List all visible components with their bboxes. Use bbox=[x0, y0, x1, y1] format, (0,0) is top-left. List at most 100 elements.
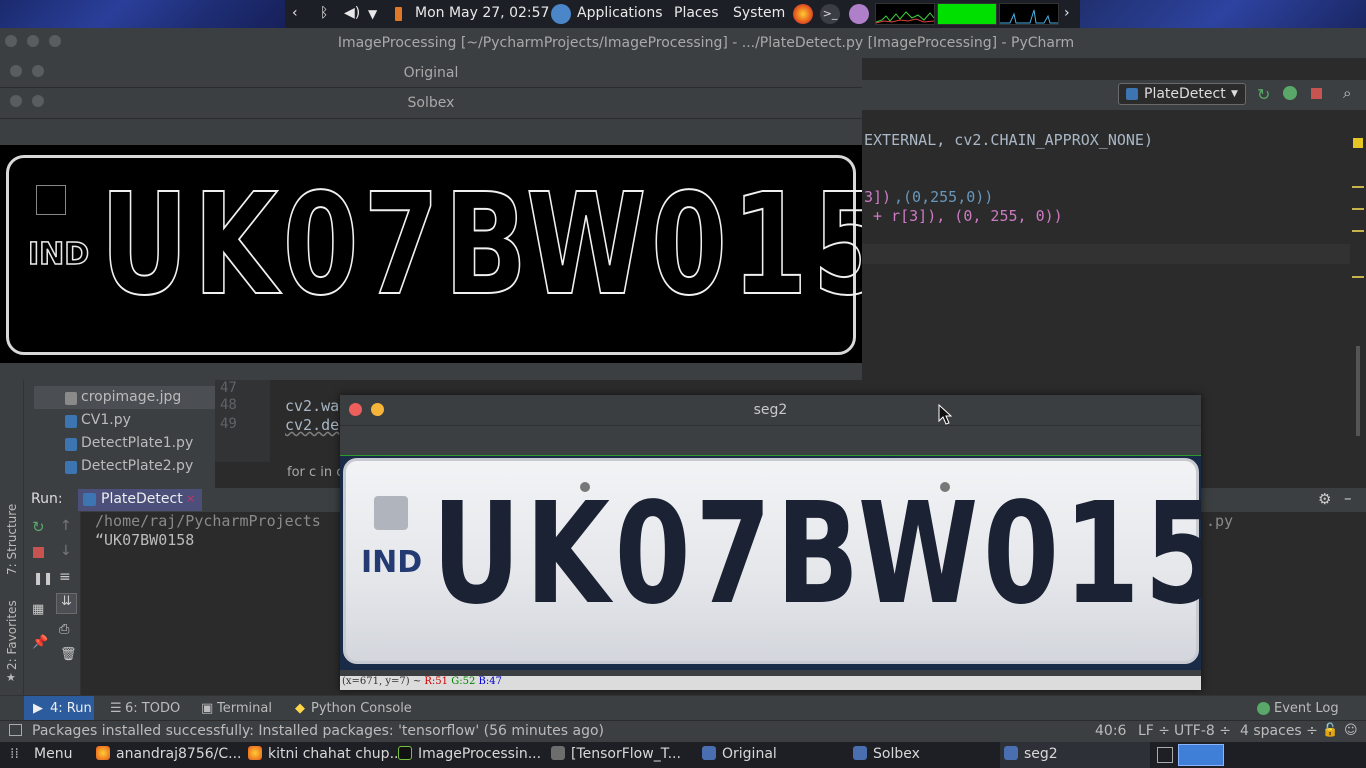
top-panel: ‹ ᛒ ◀) ▼ Mon May 27, 02:57 Applications … bbox=[0, 0, 1366, 28]
tree-item-label: DetectPlate1.py bbox=[81, 435, 194, 451]
tab-event-log[interactable]: Event Log bbox=[1274, 701, 1339, 716]
taskbar-item-label: Original bbox=[722, 746, 777, 762]
battery-icon[interactable] bbox=[395, 7, 402, 21]
current-line-highlight bbox=[862, 244, 1350, 264]
code-line-2a: 3]) bbox=[864, 188, 892, 206]
run-config-selector[interactable]: PlateDetect ▼ bbox=[1118, 83, 1246, 105]
menu-grid-icon: ⁞⁞ bbox=[10, 746, 19, 762]
taskbar-item-solbex[interactable]: Solbex bbox=[853, 746, 920, 762]
marker[interactable] bbox=[1352, 276, 1364, 278]
tab-todo[interactable]: 6: TODO bbox=[125, 701, 180, 716]
workspace-switcher[interactable] bbox=[1178, 744, 1224, 766]
code-line-1: EXTERNAL, cv2.CHAIN_APPROX_NONE) bbox=[864, 131, 1153, 149]
taskbar-item-seg2-active[interactable]: seg2 bbox=[1000, 742, 1150, 768]
taskbar-menu[interactable]: Menu bbox=[34, 746, 72, 762]
tree-item-detectplate2[interactable]: DetectPlate2.py bbox=[65, 458, 193, 474]
pin-icon[interactable]: 📌 bbox=[32, 635, 48, 650]
chevron-right-icon[interactable]: › bbox=[1064, 5, 1070, 21]
scroll-to-end-icon[interactable]: ⇊ bbox=[56, 593, 77, 614]
network-graph-icon bbox=[1000, 9, 1058, 24]
marker[interactable] bbox=[1352, 208, 1364, 210]
show-desktop-icon[interactable] bbox=[1157, 747, 1173, 763]
line-separator[interactable]: LF ÷ bbox=[1138, 723, 1170, 739]
gear-icon[interactable]: ⚙ bbox=[1318, 490, 1331, 508]
inspector-icon[interactable]: ☺ bbox=[1344, 723, 1358, 738]
console-command-path: /home/raj/PycharmProjects bbox=[95, 512, 321, 530]
caret-position[interactable]: 40:6 bbox=[1095, 723, 1126, 739]
places-menu[interactable]: Places bbox=[674, 5, 719, 21]
run-toolbar: ↻ ↑ ↓ ❚❚ ≡ ▦ ⇊ ⎙ 📌 🗑 bbox=[24, 512, 81, 695]
bluetooth-icon[interactable]: ᛒ bbox=[320, 5, 328, 21]
python-file-icon bbox=[65, 461, 77, 474]
editor-error-stripe[interactable] bbox=[1350, 136, 1366, 436]
solbex-window-titlebar[interactable]: Solbex bbox=[0, 88, 862, 118]
rerun-icon[interactable]: ↻ bbox=[1257, 85, 1270, 104]
taskbar-item-firefox-2[interactable]: kitni chahat chup... bbox=[248, 746, 403, 762]
tree-item-label: CV1.py bbox=[81, 412, 131, 428]
window-icon bbox=[702, 746, 716, 760]
terminal-launcher-icon[interactable]: >_ bbox=[820, 4, 840, 24]
system-menu[interactable]: System bbox=[733, 5, 785, 21]
desktop-wallpaper-right bbox=[1080, 0, 1366, 28]
solbex-toolbar bbox=[0, 118, 862, 145]
structure-tool-tab[interactable]: 7: Structure bbox=[5, 504, 19, 575]
editor-launcher-icon[interactable] bbox=[849, 4, 869, 24]
tab-run[interactable]: ▶ 4: Run bbox=[24, 696, 94, 720]
editor-scrollbar-thumb[interactable] bbox=[1356, 346, 1360, 436]
minimize-panel-icon[interactable]: – bbox=[1344, 489, 1352, 507]
pixel-blue-value: B:47 bbox=[478, 676, 502, 687]
applications-menu[interactable]: Applications bbox=[577, 5, 663, 21]
arrow-up-icon[interactable]: ↑ bbox=[60, 518, 72, 534]
terminal-icon: ▣ bbox=[201, 701, 214, 716]
pycharm-icon bbox=[398, 746, 412, 760]
soft-wrap-icon[interactable]: ≡ bbox=[59, 569, 71, 585]
file-encoding[interactable]: UTF-8 ÷ bbox=[1174, 723, 1231, 739]
toggle-tool-windows-icon[interactable] bbox=[9, 724, 22, 736]
lock-icon[interactable]: 🔓 bbox=[1322, 723, 1338, 738]
layout-icon[interactable]: ▦ bbox=[32, 602, 44, 617]
taskbar-item-folder[interactable]: [TensorFlow_T... bbox=[551, 746, 681, 762]
tree-item-cv1[interactable]: CV1.py bbox=[65, 412, 131, 428]
tab-terminal[interactable]: Terminal bbox=[217, 701, 272, 716]
clock[interactable]: Mon May 27, 02:57 bbox=[415, 5, 549, 21]
network-monitor-graph bbox=[999, 3, 1059, 25]
print-icon[interactable]: ⎙ bbox=[59, 622, 69, 637]
close-tab-icon[interactable]: × bbox=[186, 492, 195, 505]
firefox-launcher-icon[interactable] bbox=[793, 4, 813, 24]
taskbar-item-label: ImageProcessin... bbox=[418, 746, 542, 762]
folder-icon bbox=[551, 746, 565, 760]
solbex-window-title: Solbex bbox=[407, 95, 455, 111]
editor-breadcrumb[interactable]: for c in c bbox=[287, 465, 343, 480]
run-tab-platedetect[interactable]: PlateDetect × bbox=[78, 489, 202, 511]
marker[interactable] bbox=[1352, 186, 1364, 188]
arrow-down-icon[interactable]: ↓ bbox=[60, 543, 72, 559]
stop-icon[interactable] bbox=[33, 547, 44, 558]
seg2-window-titlebar[interactable]: seg2 bbox=[340, 395, 1201, 425]
taskbar: ⁞⁞ Menu anandraj8756/C... kitni chahat c… bbox=[0, 742, 1366, 768]
favorites-tool-tab[interactable]: 2: Favorites bbox=[5, 600, 19, 670]
applications-menu-icon[interactable] bbox=[551, 4, 571, 24]
indent-setting[interactable]: 4 spaces ÷ bbox=[1240, 723, 1318, 739]
taskbar-item-pycharm[interactable]: ImageProcessin... bbox=[398, 746, 541, 762]
warning-marker[interactable] bbox=[1353, 138, 1363, 148]
trash-icon[interactable]: 🗑 bbox=[60, 647, 77, 662]
status-message[interactable]: Packages installed successfully: Install… bbox=[32, 723, 604, 739]
tree-item-detectplate1[interactable]: DetectPlate1.py bbox=[65, 435, 194, 451]
rerun-icon[interactable]: ↻ bbox=[32, 518, 45, 536]
pause-icon[interactable]: ❚❚ bbox=[33, 571, 53, 585]
debug-icon[interactable] bbox=[1283, 86, 1297, 100]
taskbar-item-firefox-1[interactable]: anandraj8756/C... bbox=[96, 746, 242, 762]
chevron-left-icon[interactable]: ‹ bbox=[292, 5, 298, 21]
marker[interactable] bbox=[1352, 230, 1364, 232]
stop-icon[interactable] bbox=[1311, 88, 1322, 99]
tab-python-console[interactable]: Python Console bbox=[311, 701, 412, 716]
list-icon: ☰ bbox=[110, 701, 122, 716]
search-icon[interactable]: ⌕ bbox=[1343, 84, 1351, 102]
line-gutter: 47 48 49 bbox=[215, 380, 270, 462]
tree-item-label: cropimage.jpg bbox=[81, 389, 182, 405]
volume-icon[interactable]: ◀) bbox=[344, 5, 360, 21]
taskbar-item-original[interactable]: Original bbox=[702, 746, 777, 762]
tree-item-cropimage[interactable]: cropimage.jpg bbox=[65, 389, 182, 405]
wifi-icon[interactable]: ▼ bbox=[368, 7, 377, 21]
original-window-titlebar[interactable]: Original bbox=[0, 58, 862, 88]
